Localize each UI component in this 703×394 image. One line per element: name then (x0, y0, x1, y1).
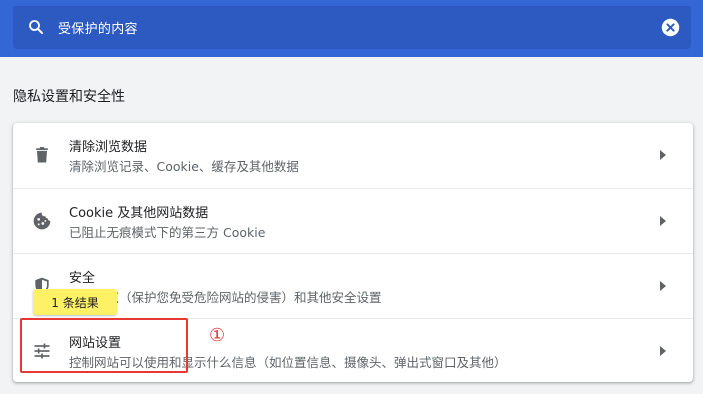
section-title: 隐私设置和安全性 (13, 89, 125, 105)
clear-search-icon[interactable] (661, 18, 680, 37)
top-toolbar: 受保护的内容 (0, 0, 703, 57)
search-field[interactable]: 受保护的内容 (13, 6, 691, 49)
row-title: 清除浏览数据 (69, 140, 148, 155)
search-result-bubble: 1 条结果 (33, 289, 117, 315)
row-title: Cookie 及其他网站数据 (69, 206, 209, 221)
row-subtitle: 清除浏览记录、Cookie、缓存及其他数据 (69, 159, 299, 174)
chevron-right-icon (660, 150, 666, 160)
row-subtitle: 已阻止无痕模式下的第三方 Cookie (69, 225, 266, 240)
annotation-marker: ① (209, 325, 226, 346)
chevron-right-icon (660, 281, 666, 291)
highlight-box (20, 318, 188, 373)
cookie-icon (33, 212, 51, 230)
chevron-right-icon (660, 216, 666, 226)
chevron-right-icon (660, 346, 666, 356)
clear-browsing-data-row[interactable]: 清除浏览数据 清除浏览记录、Cookie、缓存及其他数据 (13, 123, 693, 188)
trash-icon (36, 147, 48, 163)
search-input[interactable]: 受保护的内容 (58, 18, 138, 37)
row-title: 安全 (69, 271, 96, 286)
cookies-row[interactable]: Cookie 及其他网站数据 已阻止无痕模式下的第三方 Cookie (13, 188, 693, 253)
search-icon (29, 20, 43, 34)
